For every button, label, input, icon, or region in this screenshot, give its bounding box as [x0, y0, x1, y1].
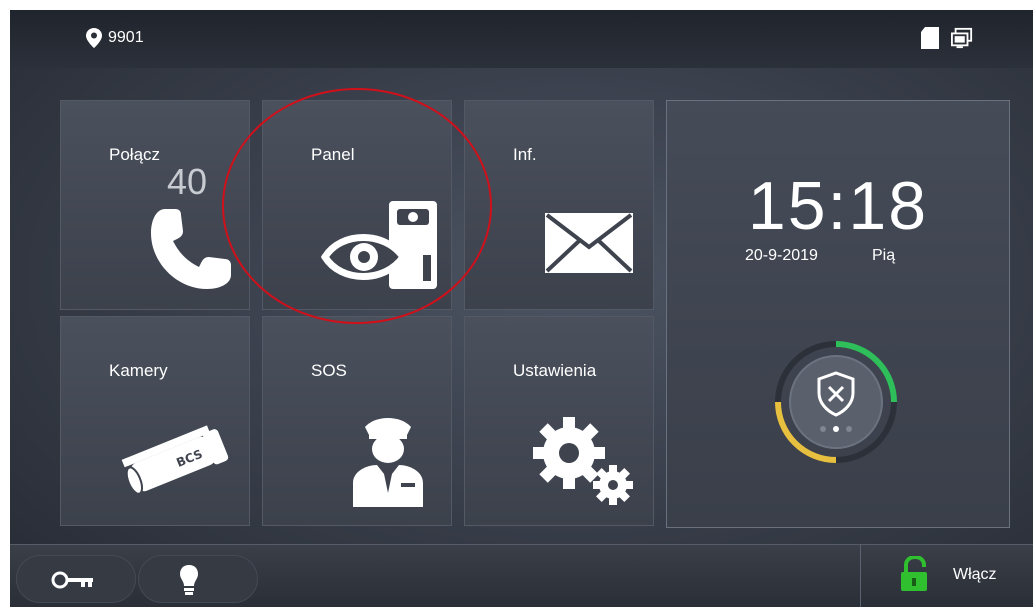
lightbulb-icon: [180, 565, 198, 595]
unlock-padlock-icon: [901, 556, 927, 591]
location-pin-icon: [86, 28, 102, 48]
missed-call-count: 40: [167, 161, 208, 202]
unlock-label: Włącz: [953, 566, 997, 583]
tile-cameras-label: Kamery: [109, 361, 168, 380]
location-indicator: 9901: [86, 28, 144, 48]
gears-icon: [533, 417, 633, 505]
location-number: 9901: [108, 29, 144, 46]
clock-time: 15:18: [747, 168, 929, 244]
cctv-camera-icon: BCS: [121, 425, 229, 495]
tile-call-label: Połącz: [109, 145, 161, 164]
security-guard-icon: [353, 418, 423, 507]
tile-settings[interactable]: Ustawienia: [464, 316, 654, 526]
alarm-arm-button[interactable]: [771, 337, 901, 467]
unlock-button[interactable]: Włącz: [860, 544, 1033, 607]
sd-card-icon: [921, 27, 939, 49]
tile-settings-label: Ustawienia: [513, 361, 597, 380]
clock-panel: 15:18 20-9-2019 Pią: [666, 100, 1010, 528]
key-icon: [51, 571, 93, 589]
tile-panel-label: Panel: [311, 145, 355, 164]
screen: 9901 Połącz 40 Panel Inf. Kamery BCS SOS…: [10, 10, 1033, 607]
tile-sos-label: SOS: [311, 361, 347, 380]
tile-info-label: Inf.: [513, 145, 537, 164]
key-button[interactable]: [16, 555, 136, 603]
tile-info[interactable]: Inf.: [464, 100, 654, 310]
clock-day: Pią: [872, 247, 896, 264]
tile-sos[interactable]: SOS: [262, 316, 452, 526]
light-button[interactable]: [138, 555, 258, 603]
tile-cameras[interactable]: Kamery BCS: [60, 316, 250, 526]
clock-date: 20-9-2019: [745, 247, 818, 264]
door-station-eye-icon: [321, 201, 437, 289]
tile-panel[interactable]: Panel: [262, 100, 452, 310]
envelope-icon: [545, 213, 633, 273]
tile-call[interactable]: Połącz 40: [60, 100, 250, 310]
phone-icon: [151, 209, 231, 289]
monitor-icon: [951, 27, 973, 49]
status-bar: 9901: [10, 10, 1033, 68]
